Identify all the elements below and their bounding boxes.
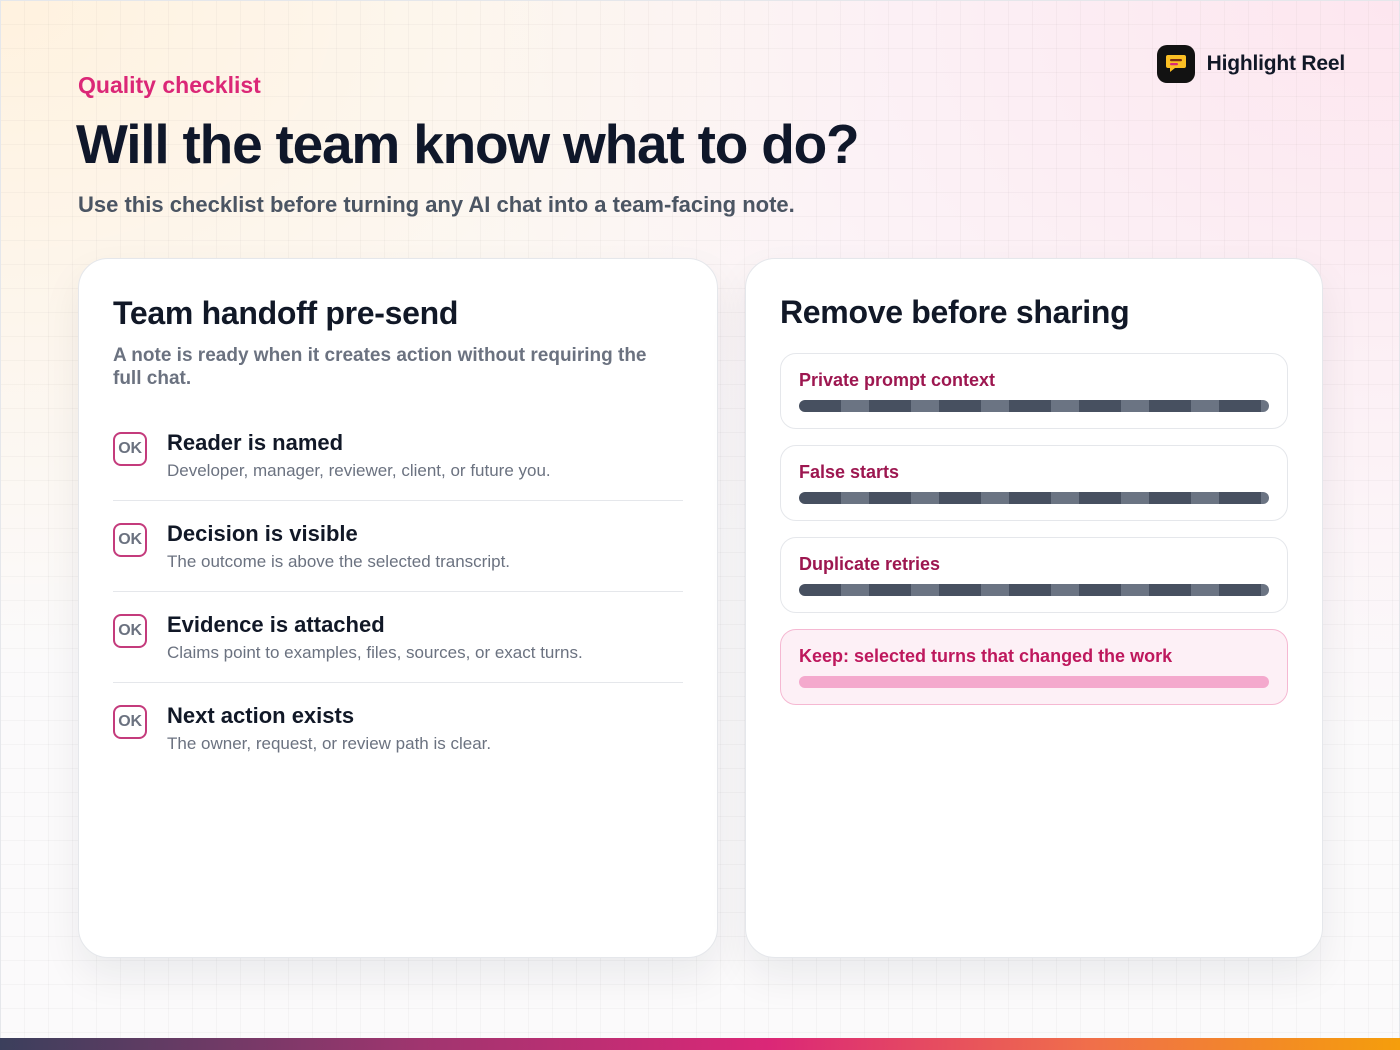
keep-item: Keep: selected turns that changed the wo… xyxy=(780,629,1288,705)
checklist-item-description: The outcome is above the selected transc… xyxy=(167,552,511,571)
redaction-bar xyxy=(799,492,1269,504)
eyebrow-label: Quality checklist xyxy=(78,72,261,98)
checklist-item: OK Evidence is attached Claims point to … xyxy=(113,612,683,683)
keep-item-label: Keep: selected turns that changed the wo… xyxy=(799,646,1173,666)
remove-item: Private prompt context xyxy=(780,353,1288,429)
redaction-bar xyxy=(799,400,1269,412)
page-title: Will the team know what to do? xyxy=(76,113,860,175)
remove-item: False starts xyxy=(780,445,1288,521)
ok-check-icon: OK xyxy=(113,614,147,648)
ok-check-icon: OK xyxy=(113,705,147,739)
brand: Highlight Reel xyxy=(1156,45,1346,83)
checklist-item-description: Claims point to examples, files, sources… xyxy=(167,643,583,662)
checklist-item: OK Next action exists The owner, request… xyxy=(113,703,683,773)
chat-bubble-icon xyxy=(1156,45,1195,83)
brand-name: Highlight Reel xyxy=(1206,52,1346,75)
remove-item-label: Private prompt context xyxy=(799,370,996,390)
checklist-item-description: Developer, manager, reviewer, client, or… xyxy=(167,461,551,480)
checklist-item-title: Evidence is attached xyxy=(167,612,385,637)
checklist-item-title: Next action exists xyxy=(167,703,355,728)
keep-bar xyxy=(799,676,1269,688)
remove-card-title: Remove before sharing xyxy=(780,294,1130,330)
remove-item: Duplicate retries xyxy=(780,537,1288,613)
page-subtitle: Use this checklist before turning any AI… xyxy=(78,192,795,217)
checklist: OK Reader is named Developer, manager, r… xyxy=(113,430,683,773)
checklist-item-title: Decision is visible xyxy=(167,521,358,546)
bottom-gradient-strip xyxy=(0,1038,1400,1050)
redaction-bar xyxy=(799,584,1269,596)
remove-item-label: Duplicate retries xyxy=(799,554,941,574)
ok-check-icon: OK xyxy=(113,432,147,466)
checklist-item: OK Decision is visible The outcome is ab… xyxy=(113,521,683,592)
ok-check-icon: OK xyxy=(113,523,147,557)
remove-item-label: False starts xyxy=(799,462,900,482)
handoff-card-title: Team handoff pre-send xyxy=(113,295,459,331)
checklist-item-title: Reader is named xyxy=(167,430,344,455)
remove-card: Remove before sharing Private prompt con… xyxy=(745,258,1323,958)
checklist-item-description: The owner, request, or review path is cl… xyxy=(167,734,492,753)
remove-list: Private prompt context False starts Dupl… xyxy=(780,353,1288,705)
handoff-card: Team handoff pre-send A note is ready wh… xyxy=(78,258,718,958)
checklist-item: OK Reader is named Developer, manager, r… xyxy=(113,430,683,501)
handoff-card-description: A note is ready when it creates action w… xyxy=(113,345,647,389)
